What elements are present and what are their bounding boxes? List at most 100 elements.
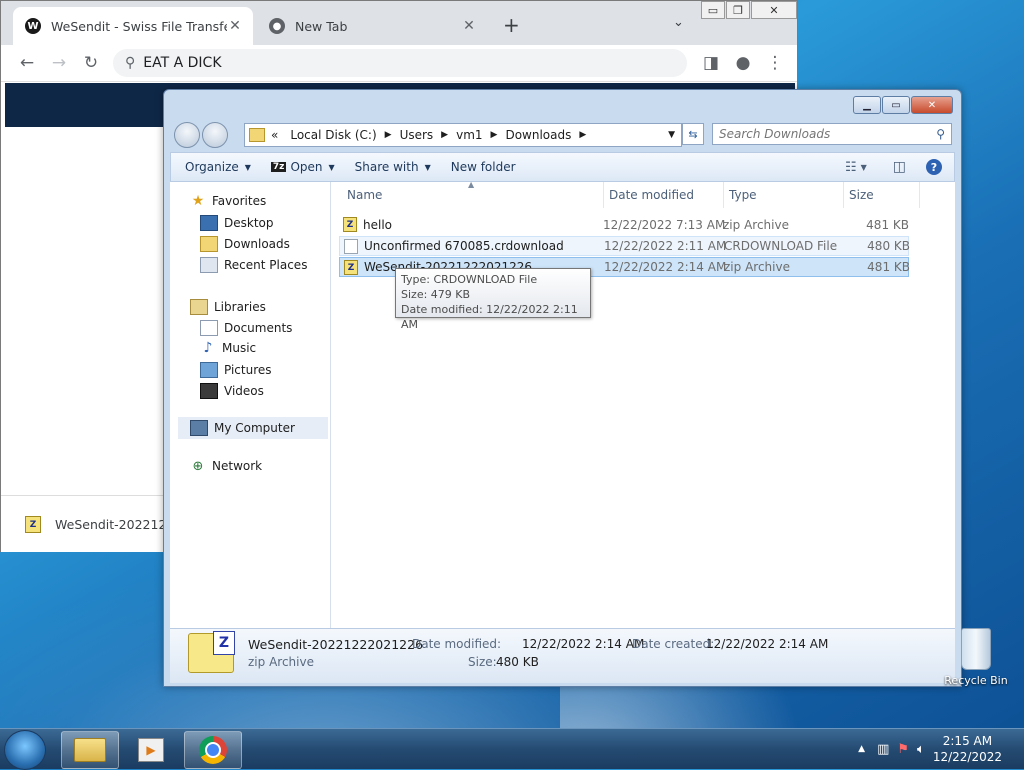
file-tooltip: Type: CRDOWNLOAD File Size: 479 KB Date … bbox=[395, 268, 591, 331]
taskbar-media-player[interactable]: ▶ bbox=[122, 731, 180, 769]
start-orb-icon[interactable] bbox=[4, 730, 46, 770]
breadcrumb-arrow-icon[interactable]: ▶ bbox=[491, 130, 498, 140]
close-tab-icon[interactable]: ✕ bbox=[227, 18, 243, 34]
nav-my-computer[interactable]: My Computer bbox=[178, 417, 328, 439]
address-bar[interactable]: « Local Disk (C:) ▶ Users ▶ vm1 ▶ Downlo… bbox=[244, 123, 682, 147]
omnibox[interactable]: ⚲ EAT A DICK bbox=[113, 49, 687, 77]
share-with-button[interactable]: Share with ▼ bbox=[355, 160, 431, 174]
tab-title: New Tab bbox=[295, 18, 348, 34]
pictures-icon bbox=[200, 362, 218, 378]
column-name[interactable]: Name bbox=[347, 188, 382, 202]
reload-icon[interactable]: ↻ bbox=[79, 51, 103, 75]
close-window-icon[interactable]: ✕ bbox=[911, 96, 953, 114]
column-divider[interactable] bbox=[919, 182, 920, 208]
volume-icon[interactable]: 🔈︎ bbox=[917, 742, 925, 757]
side-panel-icon[interactable]: ◨ bbox=[699, 51, 723, 75]
forward-arrow-icon[interactable]: → bbox=[47, 51, 71, 75]
close-window-icon[interactable]: ✕ bbox=[751, 1, 797, 19]
profile-avatar-icon[interactable]: ● bbox=[731, 51, 755, 75]
back-arrow-icon[interactable]: ← bbox=[15, 51, 39, 75]
breadcrumb-users[interactable]: Users bbox=[400, 128, 434, 142]
menu-kebab-icon[interactable]: ⋮ bbox=[763, 51, 787, 75]
clock[interactable]: 2:15 AM 12/22/2022 bbox=[933, 733, 1002, 765]
nav-music[interactable]: ♪ Music bbox=[200, 340, 257, 356]
search-box[interactable]: ⚲ bbox=[712, 123, 952, 145]
organize-button[interactable]: Organize ▼ bbox=[185, 160, 251, 174]
taskbar: ▶ ▲ ▥ ⚑ 🔈︎ 2:15 AM 12/22/2022 bbox=[0, 728, 1024, 770]
recycle-bin[interactable]: Recycle Bin bbox=[944, 628, 1008, 687]
column-type[interactable]: Type bbox=[729, 188, 757, 202]
new-folder-button[interactable]: New folder bbox=[451, 160, 516, 174]
generic-file-icon bbox=[344, 239, 358, 254]
minimize-icon[interactable]: ▁ bbox=[853, 96, 881, 114]
chrome-icon bbox=[199, 736, 227, 764]
network-status-icon[interactable]: ▥ bbox=[877, 742, 889, 757]
breadcrumb-arrow-icon[interactable]: ▶ bbox=[441, 130, 448, 140]
file-name: Unconfirmed 670085.crdownload bbox=[364, 239, 564, 253]
zip-archive-icon: Z bbox=[344, 260, 358, 275]
omnibox-text[interactable]: EAT A DICK bbox=[143, 55, 221, 71]
breadcrumb-local-disk[interactable]: Local Disk (C:) bbox=[290, 128, 376, 142]
column-divider[interactable] bbox=[723, 182, 724, 208]
wesendit-favicon: W bbox=[25, 18, 41, 34]
file-name: hello bbox=[363, 218, 392, 232]
recycle-bin-label: Recycle Bin bbox=[944, 674, 1008, 687]
help-icon[interactable]: ? bbox=[926, 159, 942, 175]
tab-title: WeSendit - Swiss File Transfer Se bbox=[51, 18, 227, 34]
new-tab-plus-icon[interactable]: + bbox=[503, 15, 520, 35]
breadcrumb-arrow-icon[interactable]: ▶ bbox=[579, 130, 586, 140]
column-size[interactable]: Size bbox=[849, 188, 874, 202]
nav-documents[interactable]: Documents bbox=[200, 320, 292, 336]
action-center-flag-icon[interactable]: ⚑ bbox=[897, 742, 909, 757]
details-created-value: 12/22/2022 2:14 AM bbox=[706, 637, 829, 651]
minimize-icon[interactable]: ▭ bbox=[701, 1, 725, 19]
file-row-hello[interactable]: Z hello 12/22/2022 7:13 AM zip Archive 4… bbox=[339, 215, 909, 235]
column-divider[interactable] bbox=[843, 182, 844, 208]
file-list: ▲ Name Date modified Type Size Z hello 1… bbox=[331, 180, 955, 628]
close-tab-icon[interactable]: ✕ bbox=[461, 18, 477, 34]
address-dropdown-icon[interactable]: ▼ bbox=[668, 130, 675, 140]
column-divider[interactable] bbox=[603, 182, 604, 208]
media-player-icon: ▶ bbox=[138, 738, 164, 762]
nav-desktop[interactable]: Desktop bbox=[200, 215, 274, 231]
recent-places-icon bbox=[200, 257, 218, 273]
nav-videos[interactable]: Videos bbox=[200, 383, 264, 399]
clock-date: 12/22/2022 bbox=[932, 750, 1002, 764]
column-date-modified[interactable]: Date modified bbox=[609, 188, 694, 202]
forward-nav-icon[interactable] bbox=[202, 122, 228, 148]
back-nav-icon[interactable] bbox=[174, 122, 200, 148]
nav-pictures[interactable]: Pictures bbox=[200, 362, 272, 378]
nav-network[interactable]: ⊕ Network bbox=[190, 459, 263, 474]
show-hidden-icons-icon[interactable]: ▲ bbox=[858, 744, 865, 754]
tab-wesendit[interactable]: W WeSendit - Swiss File Transfer Se ✕ bbox=[13, 7, 253, 45]
system-tray: ▲ ▥ ⚑ 🔈︎ 2:15 AM 12/22/2022 bbox=[858, 729, 1024, 769]
taskbar-chrome[interactable] bbox=[184, 731, 242, 769]
tooltip-modified: Date modified: 12/22/2022 2:11 AM bbox=[401, 303, 578, 331]
search-input[interactable] bbox=[713, 126, 937, 142]
download-item[interactable]: Z WeSendit-2022122 bbox=[25, 516, 174, 533]
open-button[interactable]: 7z Open ▼ bbox=[270, 160, 335, 174]
chrome-window-controls: ▭ ❐ ✕ bbox=[700, 1, 797, 19]
maximize-icon[interactable]: ▭ bbox=[882, 96, 910, 114]
refresh-icon[interactable]: ⇆ bbox=[682, 123, 704, 145]
details-modified-label: Date modified: bbox=[412, 637, 502, 651]
nav-recent-places[interactable]: Recent Places bbox=[200, 257, 307, 273]
breadcrumb-back[interactable]: « bbox=[271, 128, 278, 142]
view-dropdown-icon[interactable]: ▼ bbox=[861, 163, 867, 172]
taskbar-explorer[interactable] bbox=[61, 731, 119, 769]
view-options-icon[interactable]: ☷ bbox=[845, 160, 857, 175]
details-file-type: zip Archive bbox=[248, 655, 314, 669]
nav-libraries[interactable]: Libraries bbox=[190, 299, 266, 315]
breadcrumb-arrow-icon[interactable]: ▶ bbox=[385, 130, 392, 140]
tab-new-tab[interactable]: ● New Tab ✕ bbox=[257, 7, 487, 45]
preview-pane-icon[interactable]: ◫ bbox=[893, 159, 906, 175]
tooltip-size: Size: 479 KB bbox=[401, 288, 471, 301]
file-row-crdownload[interactable]: Unconfirmed 670085.crdownload 12/22/2022… bbox=[339, 236, 910, 256]
restore-icon[interactable]: ❐ bbox=[726, 1, 750, 19]
computer-icon bbox=[190, 420, 208, 436]
nav-favorites[interactable]: ★ Favorites bbox=[190, 193, 267, 209]
nav-downloads[interactable]: Downloads bbox=[200, 236, 290, 252]
tab-search-chevron-icon[interactable]: ⌄ bbox=[673, 15, 684, 30]
breadcrumb-downloads[interactable]: Downloads bbox=[505, 128, 571, 142]
breadcrumb-vm1[interactable]: vm1 bbox=[456, 128, 482, 142]
